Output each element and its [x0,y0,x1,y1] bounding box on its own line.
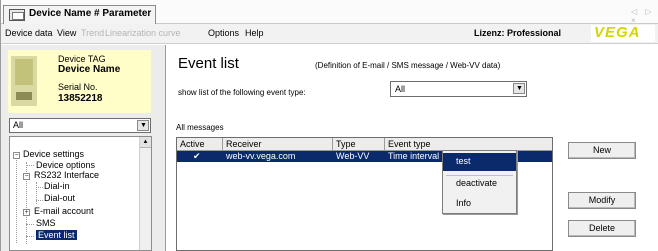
menu-help[interactable]: Help [245,28,264,38]
menu-view[interactable]: View [57,28,76,38]
menu-linearization-curve[interactable]: Linearization curve [105,28,181,38]
device-navigation-panel: Device TAG Device Name Serial No. 138522… [1,45,166,251]
tree-item-dial-in[interactable]: Dial-in [44,181,70,191]
tab-bar: Device Name # Parameter ◁ ▷ × [1,0,658,25]
scroll-up-icon[interactable]: ▲ [140,137,151,148]
menu-trend[interactable]: Trend [81,28,104,38]
column-header-active[interactable]: Active [177,138,223,151]
tree-connector [26,236,34,237]
column-header-receiver[interactable]: Receiver [223,138,333,151]
window-icon [9,9,25,21]
tree-item-event-list[interactable]: Event list [36,230,77,240]
chevron-down-icon[interactable]: ▼ [513,83,525,94]
license-label: Lizenz: Professional [474,28,562,38]
tree-item-rs232-interface[interactable]: RS232 Interface [34,170,99,180]
tree-connector [36,200,43,201]
expand-toggle-icon[interactable]: + [23,209,30,216]
row-context-menu: test deactivate Info [442,150,517,214]
device-name: Device Name [58,64,121,75]
device-tag-label: Device TAG [58,54,106,64]
row-receiver: web-vv.vega.com [226,151,296,161]
tab-navigation-arrows-icon[interactable]: ◁ ▷ × [631,7,658,25]
row-active-check-icon[interactable]: ✔ [177,151,223,162]
context-menu-deactivate[interactable]: deactivate [443,175,516,193]
serial-label: Serial No. [58,82,98,92]
tree-item-event-list-label: Event list [36,230,77,240]
delete-button[interactable]: Delete [568,220,636,237]
context-menu-test[interactable]: test [443,153,516,171]
tree-item-email-account[interactable]: E-mail account [34,206,94,216]
tree-item-sms[interactable]: SMS [36,218,56,228]
tree-connector [26,224,34,225]
row-event-type: Time interval [388,151,440,161]
tab-title: Device Name # Parameter [29,8,152,19]
parameter-window: Device Name # Parameter ◁ ▷ × Device dat… [0,0,658,251]
column-header-type[interactable]: Type [333,138,385,151]
device-image-icon [11,56,37,106]
page-description: (Definition of E-mail / SMS message / We… [315,61,501,70]
vega-logo: VEGA [591,24,655,42]
context-menu-info[interactable]: Info [443,195,516,213]
event-type-select-value: All [395,84,406,94]
menu-filter-select[interactable]: All ▼ [9,118,151,133]
event-list-page: Event list (Definition of E-mail / SMS m… [167,45,658,251]
tree-item-device-settings[interactable]: Device settings [23,149,84,159]
tab-device-parameter[interactable]: Device Name # Parameter [3,5,156,24]
modify-button[interactable]: Modify [568,192,636,209]
serial-number: 13852218 [58,93,103,104]
menu-bar: Device data View Trend Linearization cur… [1,24,658,44]
menu-filter-value: All [13,120,24,130]
settings-tree: − Device settings Device options − RS232… [9,136,152,251]
page-title: Event list [178,55,239,72]
menu-device-data[interactable]: Device data [5,28,53,38]
collapse-toggle-icon[interactable]: − [23,173,30,180]
event-type-select[interactable]: All ▼ [390,81,527,97]
new-button[interactable]: New [568,142,636,159]
row-type: Web-VV [336,151,370,161]
device-info-card: Device TAG Device Name Serial No. 138522… [8,50,151,113]
messages-group-label: All messages [176,123,224,132]
tree-item-dial-out[interactable]: Dial-out [44,193,75,203]
event-type-filter-label: show list of the following event type: [178,88,306,97]
collapse-toggle-icon[interactable]: − [13,152,20,159]
tree-item-device-options[interactable]: Device options [36,160,95,170]
tree-connector [16,155,17,243]
tree-connector [36,187,43,188]
tree-connector [26,165,34,166]
tree-scrollbar[interactable]: ▲ [139,137,151,250]
chevron-down-icon[interactable]: ▼ [137,120,149,131]
menu-options[interactable]: Options [208,28,239,38]
